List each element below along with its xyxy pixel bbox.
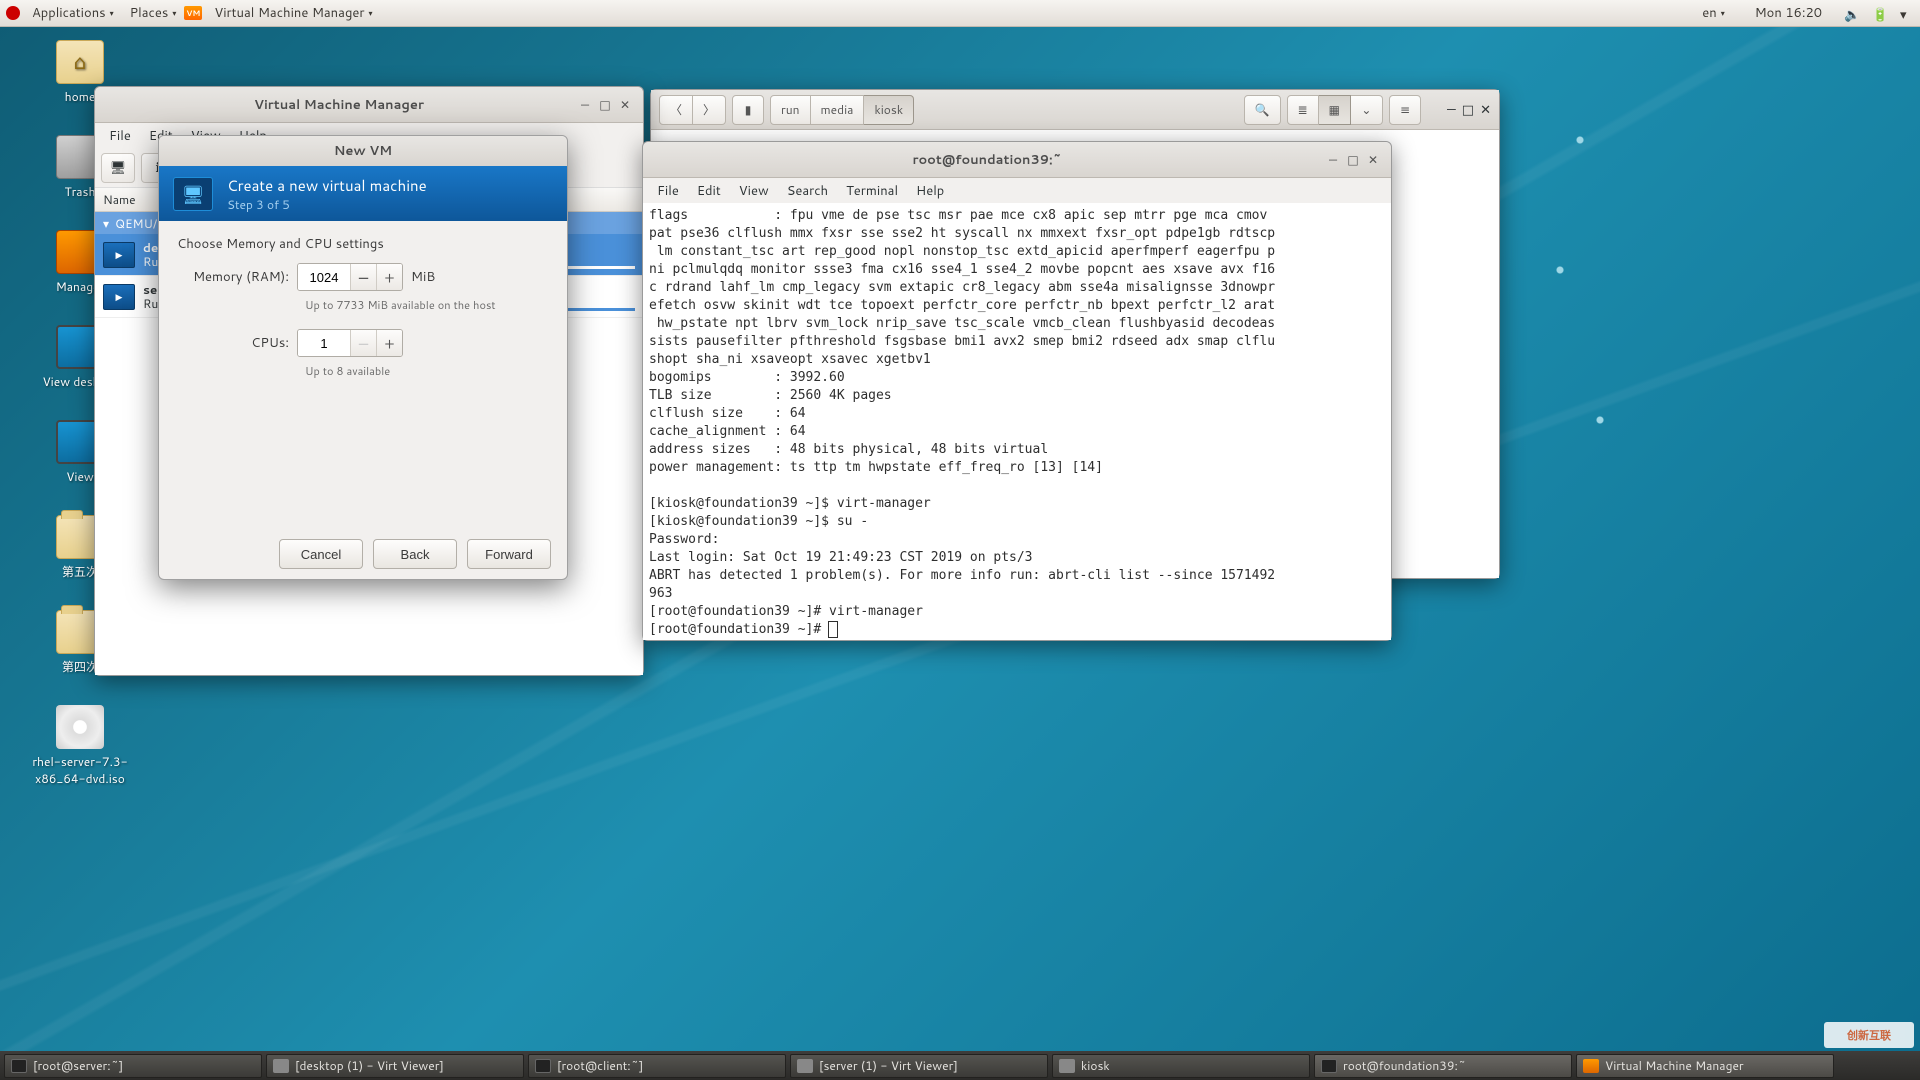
task-kiosk[interactable]: kiosk	[1052, 1054, 1310, 1078]
view-dropdown-button[interactable]: ⌄	[1351, 95, 1383, 125]
cpu-spinner: − +	[297, 329, 403, 357]
menu-file[interactable]: File	[101, 125, 139, 147]
folder-icon	[1059, 1059, 1075, 1073]
memory-hint: Up to 7733 MiB available on the host	[305, 297, 549, 313]
applications-menu[interactable]: Applications▾	[24, 1, 122, 25]
window-title: Virtual Machine Manager	[103, 96, 575, 114]
breadcrumb: run media kiosk	[770, 95, 914, 125]
menu-view[interactable]: View	[731, 180, 777, 202]
cpu-hint: Up to 8 available	[305, 363, 549, 379]
nav-back-button[interactable]: 〈	[659, 95, 693, 125]
terminal-titlebar: root@foundation39:~ — □ ✕	[643, 142, 1391, 178]
path-segment-media[interactable]: media	[811, 95, 865, 125]
cpu-increment-button[interactable]: +	[376, 330, 402, 356]
task-server-viewer[interactable]: [server (1) - Virt Viewer]	[790, 1054, 1048, 1078]
section-heading: Choose Memory and CPU settings	[177, 235, 549, 253]
task-virt-manager[interactable]: Virtual Machine Manager	[1576, 1054, 1834, 1078]
hamburger-menu-button[interactable]: ≡	[1389, 95, 1421, 125]
chevron-down-icon: ▾	[103, 215, 109, 232]
memory-increment-button[interactable]: +	[376, 264, 402, 290]
memory-decrement-button[interactable]: −	[350, 264, 376, 290]
cpu-label: CPUs:	[177, 334, 297, 352]
window-close-button[interactable]: ✕	[1363, 150, 1383, 170]
memory-spinner: − +	[297, 263, 403, 291]
clock[interactable]: Mon 16:20	[1747, 1, 1830, 25]
memory-label: Memory (RAM):	[177, 268, 297, 286]
active-app-menu[interactable]: Virtual Machine Manager▾	[206, 1, 380, 25]
new-vm-button[interactable]: 🖥	[101, 153, 135, 183]
terminal-icon	[535, 1059, 551, 1073]
back-button[interactable]: Back	[373, 539, 457, 569]
file-manager-toolbar: 〈 〉 ▮ run media kiosk 🔍 ≣ ▦ ⌄ ≡ — □ ✕	[651, 90, 1499, 130]
volume-icon[interactable]: 🔈	[1844, 6, 1858, 20]
dialog-form: Choose Memory and CPU settings Memory (R…	[159, 221, 567, 529]
bottom-taskbar: [root@server:~] [desktop (1) - Virt View…	[0, 1051, 1920, 1080]
dialog-banner: 🖥 Create a new virtual machine Step 3 of…	[159, 166, 567, 221]
monitor-icon: 🖥	[110, 159, 127, 177]
terminal-icon	[11, 1059, 27, 1073]
active-app-icon: VM	[184, 6, 202, 20]
menu-file[interactable]: File	[649, 180, 687, 202]
path-segment-kiosk[interactable]: kiosk	[864, 95, 914, 125]
window-maximize-button[interactable]: □	[1343, 150, 1363, 170]
distro-icon	[6, 6, 20, 20]
search-icon: 🔍	[1255, 101, 1270, 118]
vm-thumbnail-icon: ▶	[103, 242, 135, 268]
power-menu-icon[interactable]: ▾	[1900, 6, 1914, 20]
terminal-output[interactable]: flags : fpu vme de pse tsc msr pae mce c…	[643, 203, 1391, 640]
iso-file[interactable]: rhel-server-7.3-x86_64-dvd.iso	[30, 705, 130, 787]
menu-help[interactable]: Help	[908, 180, 952, 202]
menu-edit[interactable]: Edit	[689, 180, 729, 202]
cpu-input[interactable]	[298, 330, 350, 356]
path-segment-run[interactable]: run	[770, 95, 810, 125]
terminal-cursor	[829, 622, 837, 637]
window-minimize-button[interactable]: —	[1323, 150, 1343, 170]
window-minimize-button[interactable]: —	[575, 95, 595, 115]
gnome-top-panel: Applications▾ Places▾ VM Virtual Machine…	[0, 0, 1920, 27]
vm-thumbnail-icon: ▶	[103, 284, 135, 310]
dialog-buttons: Cancel Back Forward	[159, 529, 567, 579]
task-root-foundation[interactable]: root@foundation39:~	[1314, 1054, 1572, 1078]
memory-input[interactable]	[298, 264, 350, 290]
nav-forward-button[interactable]: 〉	[693, 95, 726, 125]
task-desktop-viewer[interactable]: [desktop (1) - Virt Viewer]	[266, 1054, 524, 1078]
watermark: 创新互联	[1824, 1022, 1914, 1048]
input-language[interactable]: en▾	[1694, 1, 1732, 25]
menu-terminal[interactable]: Terminal	[838, 180, 906, 202]
virt-manager-icon	[1583, 1059, 1599, 1073]
vm-icon: 🖥	[173, 177, 213, 211]
cpu-decrement-button: −	[350, 330, 376, 356]
new-vm-dialog: New VM 🖥 Create a new virtual machine St…	[158, 135, 568, 580]
battery-icon[interactable]: 🔋	[1872, 6, 1886, 20]
task-root-server[interactable]: [root@server:~]	[4, 1054, 262, 1078]
window-maximize-button[interactable]: □	[595, 95, 615, 115]
virt-manager-titlebar: Virtual Machine Manager — □ ✕	[95, 87, 643, 123]
icon-view-button[interactable]: ▦	[1319, 95, 1351, 125]
search-button[interactable]: 🔍	[1244, 95, 1281, 125]
memory-unit: MiB	[411, 268, 435, 286]
window-close-button[interactable]: ✕	[615, 95, 635, 115]
window-minimize-button[interactable]: —	[1447, 101, 1456, 119]
cancel-button[interactable]: Cancel	[279, 539, 363, 569]
places-menu[interactable]: Places▾	[122, 1, 185, 25]
menu-search[interactable]: Search	[779, 180, 836, 202]
terminal-window: root@foundation39:~ — □ ✕ File Edit View…	[642, 141, 1392, 641]
banner-heading: Create a new virtual machine	[227, 175, 427, 196]
dialog-title: New VM	[159, 136, 567, 166]
terminal-icon	[1321, 1059, 1337, 1073]
window-maximize-button[interactable]: □	[1462, 101, 1474, 119]
forward-button[interactable]: Forward	[467, 539, 551, 569]
system-tray: en▾ Mon 16:20 🔈 🔋 ▾	[1694, 1, 1914, 25]
list-view-button[interactable]: ≣	[1287, 95, 1319, 125]
banner-step: Step 3 of 5	[227, 196, 427, 213]
window-icon	[797, 1059, 813, 1073]
terminal-menubar: File Edit View Search Terminal Help	[643, 178, 1391, 203]
task-root-client[interactable]: [root@client:~]	[528, 1054, 786, 1078]
window-close-button[interactable]: ✕	[1480, 101, 1491, 119]
path-root-button[interactable]: ▮	[732, 95, 764, 125]
window-icon	[273, 1059, 289, 1073]
window-title: root@foundation39:~	[651, 151, 1323, 169]
